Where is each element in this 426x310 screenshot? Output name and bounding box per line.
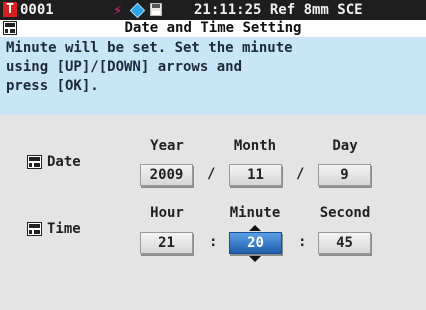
month-header: Month (233, 138, 277, 154)
instrument-number: 0001 (20, 2, 54, 18)
title-bar: Date and Time Setting (0, 20, 426, 37)
status-clock: 21:11:25 Ref 8mm SCE (194, 2, 363, 18)
temperature-icon: T (3, 2, 17, 17)
year-header: Year (150, 138, 184, 154)
hour-header: Hour (150, 205, 184, 221)
date-separator: / (296, 166, 305, 182)
memory-card-icon (150, 3, 162, 16)
status-bar: T 0001 ⚡ 21:11:25 Ref 8mm SCE (0, 0, 426, 20)
settings-panel: Date Year Month Day 2009 / 11 / 9 Time H… (0, 115, 426, 310)
message-line-2: using [UP]/[DOWN] arrows and (6, 59, 243, 75)
date-label: Date (47, 154, 81, 170)
day-field[interactable]: 9 (318, 164, 371, 186)
minute-down-arrow-icon[interactable] (249, 256, 261, 262)
minute-field[interactable]: 20 (229, 232, 282, 254)
day-header: Day (332, 138, 358, 154)
second-header: Second (319, 205, 371, 221)
date-separator: / (207, 166, 216, 182)
hour-field[interactable]: 21 (140, 232, 193, 254)
power-bolt-icon: ⚡ (113, 1, 123, 19)
connection-diamond-icon (129, 2, 146, 19)
date-icon (27, 155, 42, 169)
month-field[interactable]: 11 (229, 164, 282, 186)
instruction-message: Minute will be set. Set the minute using… (0, 37, 426, 115)
year-field[interactable]: 2009 (140, 164, 193, 186)
time-separator: : (298, 234, 307, 250)
minute-header: Minute (229, 205, 281, 221)
time-label: Time (47, 221, 81, 237)
clock-setting-icon (3, 21, 17, 35)
message-line-1: Minute will be set. Set the minute (6, 40, 293, 56)
time-separator: : (209, 234, 218, 250)
message-line-3: press [OK]. (6, 78, 99, 94)
time-icon (27, 222, 42, 236)
page-title: Date and Time Setting (124, 20, 302, 36)
minute-up-arrow-icon[interactable] (249, 225, 261, 231)
second-field[interactable]: 45 (318, 232, 371, 254)
